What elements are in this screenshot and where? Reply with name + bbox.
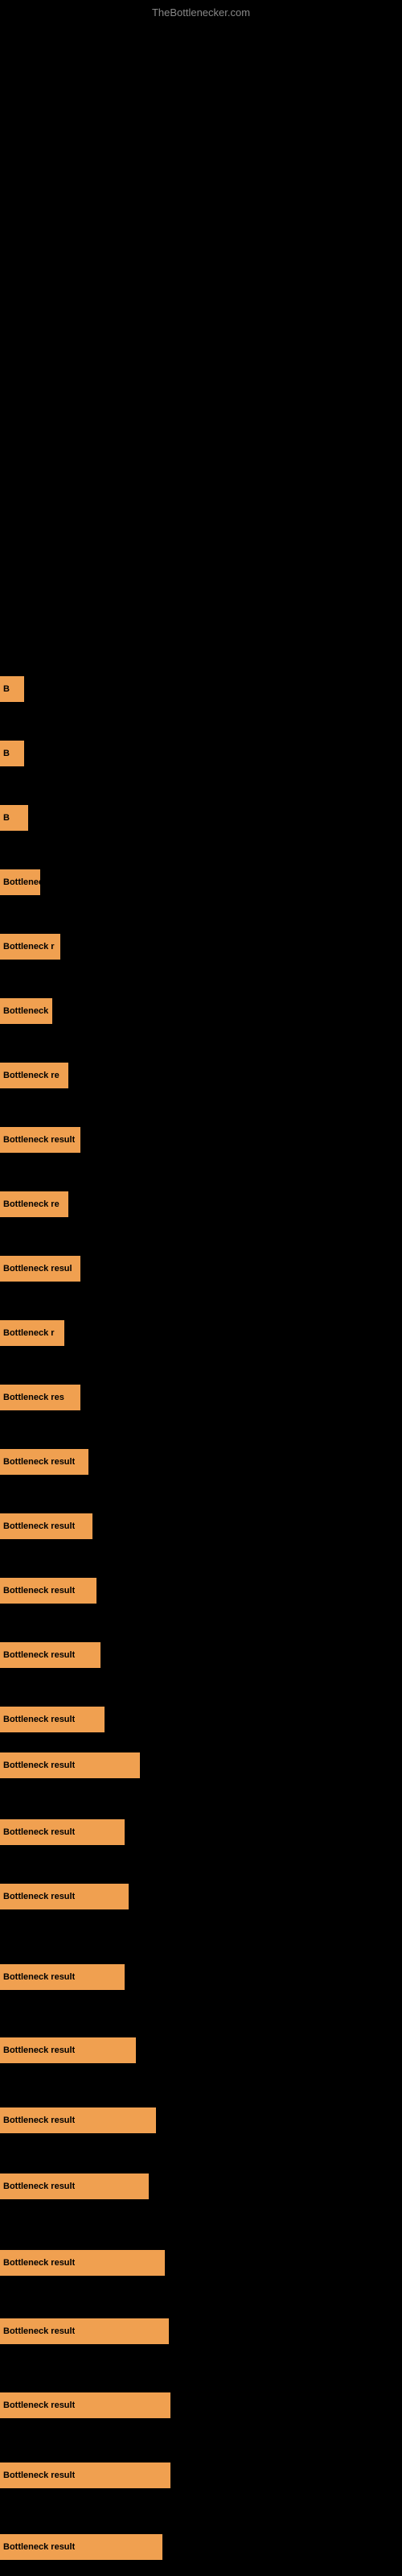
bottleneck-label: Bottleneck result [3,1457,75,1467]
bottleneck-label: Bottleneck result [3,1135,75,1145]
bottleneck-label: Bottleneck result [3,1521,75,1531]
bottleneck-label: Bottleneck result [3,2046,75,2055]
bottleneck-label: Bottleneck result [3,1715,75,1724]
bottleneck-bar: Bottleneck re [0,1191,68,1217]
site-title: TheBottlenecker.com [152,6,250,19]
bottleneck-bar: Bottleneck result [0,1127,80,1153]
bottleneck-label: Bottleneck [3,877,40,887]
bottleneck-label: Bottleneck r [3,942,55,952]
bottleneck-bar: Bottleneck result [0,1642,100,1668]
bottleneck-label: Bottleneck re [3,1071,59,1080]
bottleneck-label: Bottleneck resul [3,1264,72,1274]
bottleneck-bar: B [0,805,28,831]
bottleneck-label: B [3,684,10,694]
bottleneck-label: Bottleneck result [3,2326,75,2336]
bottleneck-bar: Bottleneck result [0,1819,125,1845]
bottleneck-bar: Bottleneck result [0,2534,162,2560]
bottleneck-label: B [3,813,10,823]
bottleneck-bar: Bottleneck [0,869,40,895]
bottleneck-label: Bottleneck result [3,2182,75,2191]
bottleneck-label: Bottleneck result [3,1827,75,1837]
bottleneck-label: B [3,749,10,758]
bottleneck-label: Bottleneck result [3,1650,75,1660]
bottleneck-bar: Bottleneck res [0,1385,80,1410]
bottleneck-bar: Bottleneck result [0,2037,136,2063]
bottleneck-bar: Bottleneck result [0,2462,170,2488]
bottleneck-label: Bottleneck result [3,2401,75,2410]
bottleneck-label: Bottleneck result [3,2471,75,2480]
bottleneck-label: Bottleneck result [3,2258,75,2268]
bottleneck-label: Bottleneck result [3,1761,75,1770]
bottleneck-bar: Bottleneck result [0,1578,96,1604]
bottleneck-bar: Bottleneck r [0,1320,64,1346]
bottleneck-bar: Bottleneck [0,998,52,1024]
bottleneck-label: Bottleneck result [3,2542,75,2552]
bottleneck-bar: Bottleneck result [0,1707,105,1732]
bottleneck-bar: B [0,676,24,702]
bottleneck-bar: Bottleneck result [0,2174,149,2199]
bottleneck-label: Bottleneck result [3,1892,75,1901]
bottleneck-bar: Bottleneck r [0,934,60,960]
bottleneck-bar: Bottleneck result [0,2107,156,2133]
bottleneck-label: Bottleneck result [3,1586,75,1596]
bottleneck-label: Bottleneck result [3,1972,75,1982]
bottleneck-label: Bottleneck res [3,1393,64,1402]
bottleneck-bar: B [0,741,24,766]
bottleneck-label: Bottleneck re [3,1199,59,1209]
bottleneck-bar: Bottleneck resul [0,1256,80,1282]
bottleneck-label: Bottleneck result [3,2116,75,2125]
bottleneck-bar: Bottleneck result [0,1884,129,1909]
bottleneck-bar: Bottleneck result [0,1752,140,1778]
bottleneck-bar: Bottleneck result [0,2318,169,2344]
bottleneck-bar: Bottleneck result [0,2392,170,2418]
bottleneck-bar: Bottleneck result [0,2250,165,2276]
bottleneck-bar: Bottleneck result [0,1449,88,1475]
bottleneck-bar: Bottleneck result [0,1513,92,1539]
bottleneck-bar: Bottleneck re [0,1063,68,1088]
bottleneck-bar: Bottleneck result [0,1964,125,1990]
bottleneck-label: Bottleneck r [3,1328,55,1338]
bottleneck-label: Bottleneck [3,1006,48,1016]
